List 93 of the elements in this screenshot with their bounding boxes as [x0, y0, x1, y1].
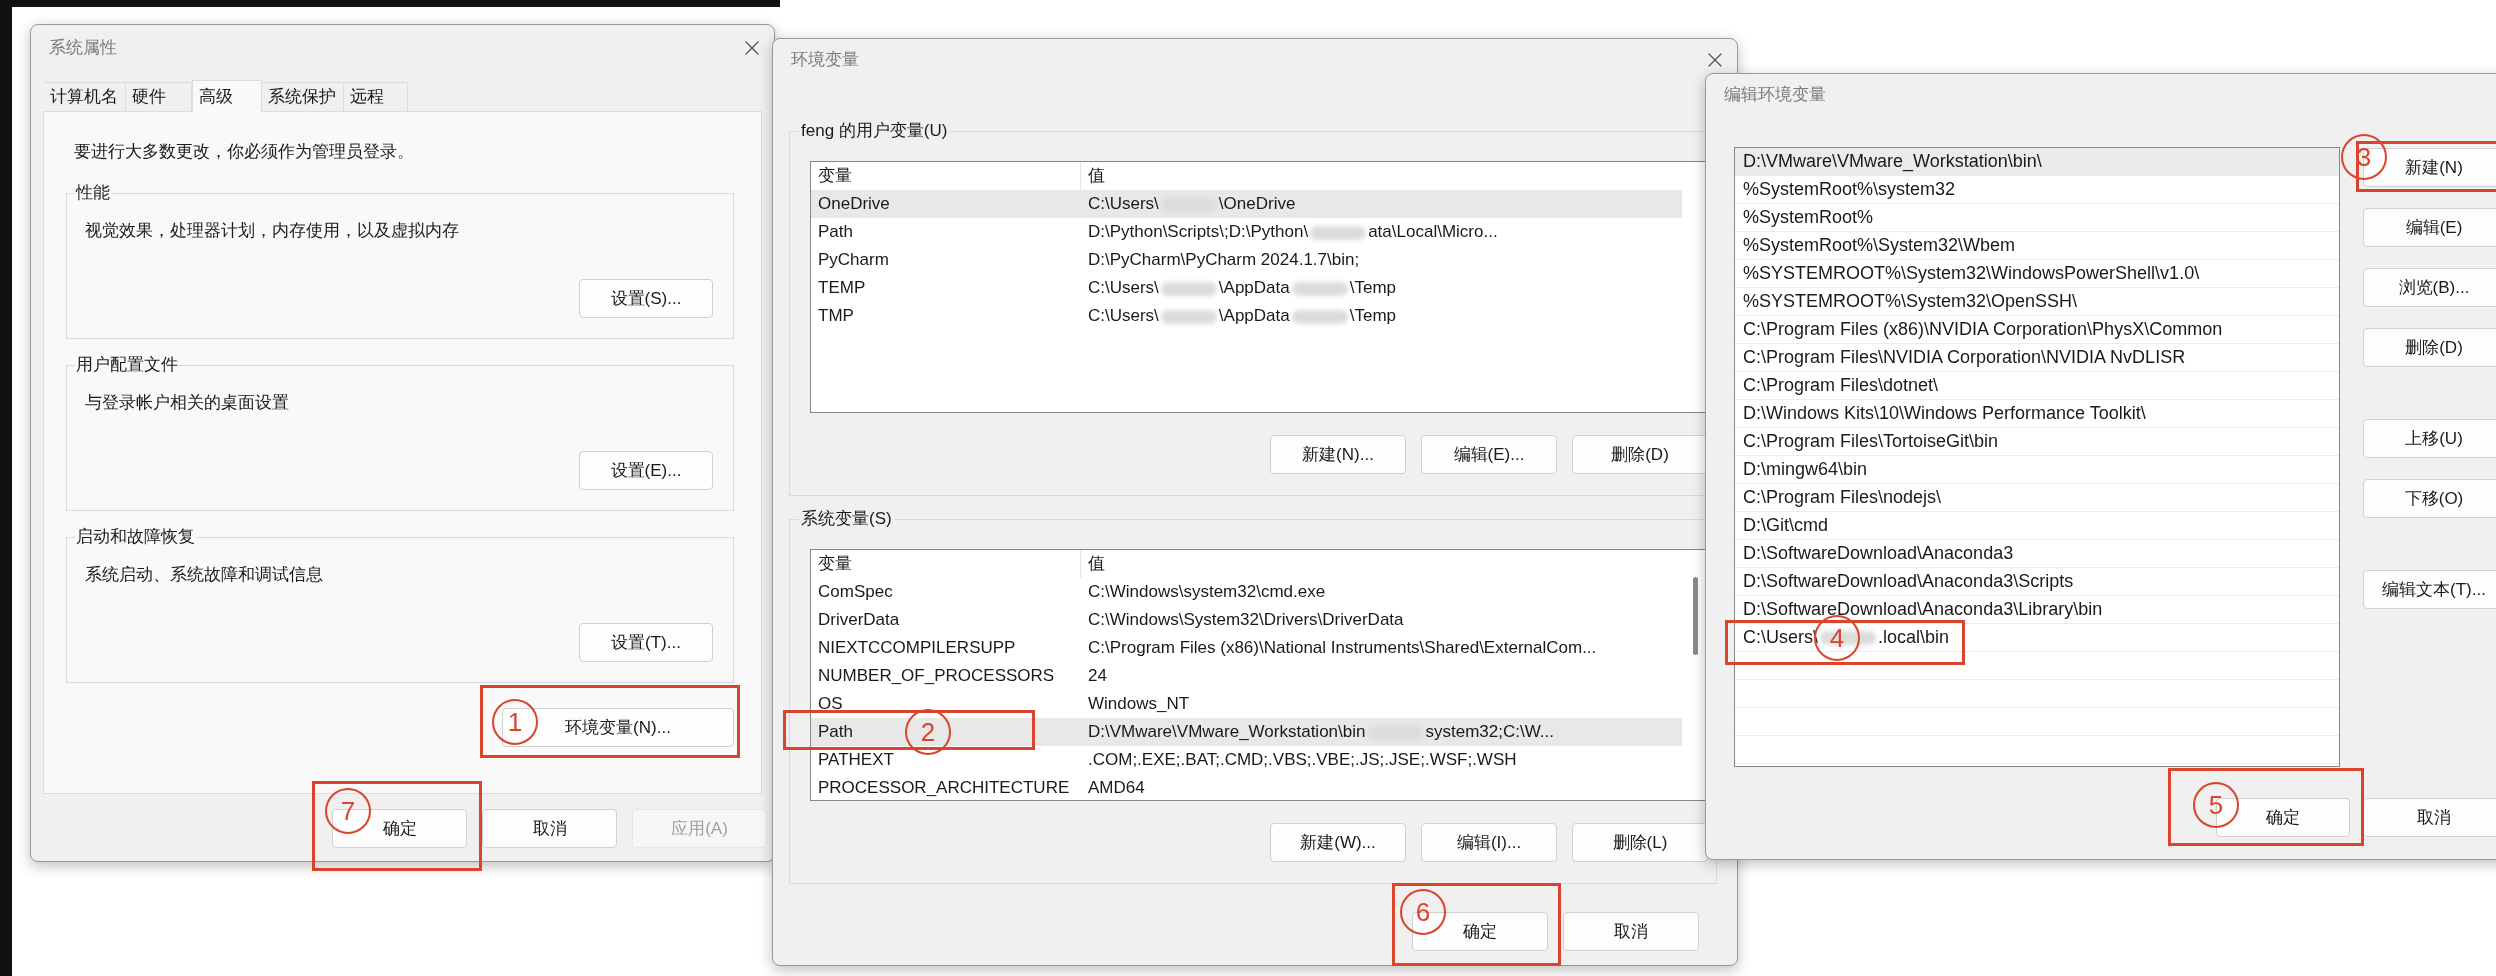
group-description: 系统启动、系统故障和调试信息 [85, 564, 324, 586]
step-number: 2 [905, 709, 951, 755]
table-cell-text: D:\PyCharm\PyCharm 2024.1.7\bin; [1087, 249, 1360, 272]
dialog-button[interactable]: 设置(S)... [579, 279, 713, 318]
list-item[interactable]: C:\Program Files\nodejs\ [1735, 484, 2339, 512]
list-item[interactable]: D:\SoftwareDownload\Anaconda3\Scripts [1735, 568, 2339, 596]
dialog-button[interactable]: 删除(D) [1572, 435, 1708, 474]
table-cell-text: C:\Users\ \AppData \Temp [1087, 305, 1397, 328]
column-header[interactable]: 变量 [811, 550, 1081, 578]
table-row[interactable]: TEMP C:\Users\ \AppData \Temp [811, 274, 1682, 302]
window-title: 系统属性 [49, 36, 117, 59]
step-number: 6 [1400, 889, 1446, 935]
dialog-button[interactable]: 新建(W)... [1270, 823, 1406, 862]
table-cell: TEMP [818, 278, 866, 298]
list-item[interactable]: %SystemRoot%\system32 [1735, 176, 2339, 204]
table-cell: OneDrive [818, 194, 890, 214]
table-cell-text: D:\VMware\VMware_Workstation\bin system32;C:\W... [1087, 721, 1554, 744]
dialog-button[interactable]: 编辑(E) [2363, 208, 2496, 247]
table-row[interactable]: DriverData C:\Windows\System32\Drivers\DriverData [811, 606, 1682, 634]
column-header[interactable]: 值 [1081, 550, 1682, 578]
admin-notice: 要进行大多数更改，你必须作为管理员登录。 [73, 141, 415, 163]
table-cell: PyCharm [818, 250, 889, 270]
step-number: 5 [2193, 782, 2239, 828]
list-item[interactable]: D:\SoftwareDownload\Anaconda3 [1735, 540, 2339, 568]
table-cell: Path [818, 222, 853, 242]
table-cell: OS [818, 694, 843, 714]
list-item[interactable]: %SystemRoot% [1735, 204, 2339, 232]
tab[interactable]: 系统保护 [262, 82, 344, 111]
scrollbar-thumb[interactable] [1693, 577, 1698, 655]
window-title: 编辑环境变量 [1724, 84, 1826, 107]
list-item[interactable]: D:\SoftwareDownload\Anaconda3\Library\bin [1735, 596, 2339, 624]
group-description: 与登录帐户相关的桌面设置 [85, 392, 290, 414]
table-cell-text: 24 [1087, 665, 1107, 688]
column-header[interactable]: 值 [1081, 162, 1682, 190]
group-description: 视觉效果，处理器计划，内存使用，以及虚拟内存 [85, 220, 460, 242]
table-row[interactable]: PyCharm D:\PyCharm\PyCharm 2024.1.7\bin; [811, 246, 1682, 274]
dialog-button[interactable]: 取消 [2363, 798, 2496, 837]
dialog-button[interactable]: 删除(D) [2363, 328, 2496, 367]
dialog-button[interactable]: 设置(T)... [579, 623, 713, 662]
tab[interactable]: 高级 [192, 80, 262, 112]
table-row[interactable]: ComSpec C:\Windows\system32\cmd.exe [811, 578, 1682, 606]
dialog-button[interactable]: 新建(N)... [1270, 435, 1406, 474]
dialog-button[interactable]: 设置(E)... [579, 451, 713, 490]
list-item[interactable]: D:\Git\cmd [1735, 512, 2339, 540]
table-cell: ComSpec [818, 582, 893, 602]
table-cell: NIEXTCCOMPILERSUPP [818, 638, 1016, 658]
dialog-button[interactable]: 上移(U) [2363, 419, 2496, 458]
table-cell-text: C:\Program Files (x86)\National Instruments\Shared\ExternalCom... [1087, 637, 1597, 660]
table-cell-text: AMD64 [1087, 777, 1145, 800]
table-row[interactable]: Path D:\Python\Scripts\;D:\Python\ ata\Local\Micro... [811, 218, 1682, 246]
window-title: 环境变量 [791, 49, 859, 72]
dialog-button[interactable]: 取消 [482, 809, 617, 848]
list-item[interactable]: %SYSTEMROOT%\System32\OpenSSH\ [1735, 288, 2339, 316]
dialog-button[interactable]: 编辑(E)... [1421, 435, 1557, 474]
table-cell: DriverData [818, 610, 900, 630]
table-row[interactable]: OneDrive C:\Users\ \OneDrive [811, 190, 1682, 218]
step-number: 3 [2341, 134, 2387, 180]
dialog-button[interactable]: 浏览(B)... [2363, 268, 2496, 307]
table-cell: NUMBER_OF_PROCESSORS [818, 666, 1055, 686]
dialog-button[interactable]: 编辑文本(T)... [2363, 570, 2496, 609]
table-cell-text: D:\Python\Scripts\;D:\Python\ ata\Local\Micro... [1087, 221, 1498, 244]
list-item[interactable]: C:\Program Files\dotnet\ [1735, 372, 2339, 400]
table-cell-text: C:\Windows\System32\Drivers\DriverData [1087, 609, 1404, 632]
table-cell-text: .COM;.EXE;.BAT;.CMD;.VBS;.VBE;.JS;.JSE;.WSF;.WSH [1087, 749, 1517, 772]
list-item[interactable]: D:\Windows Kits\10\Windows Performance Toolkit\ [1735, 400, 2339, 428]
list-item[interactable]: C:\Program Files (x86)\NVIDIA Corporation\PhysX\Common [1735, 316, 2339, 344]
step-number: 1 [492, 699, 538, 745]
list-item[interactable]: C:\Program Files\TortoiseGit\bin [1735, 428, 2339, 456]
table-cell: TMP [818, 306, 854, 326]
dialog-button[interactable]: 删除(L) [1572, 823, 1708, 862]
list-item[interactable]: C:\Program Files\NVIDIA Corporation\NVIDIA NvDLISR [1735, 344, 2339, 372]
list-item[interactable]: D:\mingw64\bin [1735, 456, 2339, 484]
step-number: 7 [325, 788, 371, 834]
tab[interactable]: 远程 [344, 82, 408, 111]
dialog-button[interactable]: 编辑(I)... [1421, 823, 1557, 862]
table-cell-text: Windows_NT [1087, 693, 1190, 716]
list-item[interactable]: D:\VMware\VMware_Workstation\bin\ [1735, 148, 2339, 176]
table-cell: Path [818, 722, 853, 742]
list-item[interactable]: %SystemRoot%\System32\Wbem [1735, 232, 2339, 260]
table-cell-text: C:\Windows\system32\cmd.exe [1087, 581, 1326, 604]
table-cell: PROCESSOR_ARCHITECTURE [818, 778, 1070, 798]
table-row[interactable]: PROCESSOR_ARCHITECTURE AMD64 [811, 774, 1682, 800]
table-cell-text: C:\Users\ \OneDrive [1087, 193, 1296, 216]
dialog-button[interactable]: 下移(O) [2363, 479, 2496, 518]
table-row[interactable]: TMP C:\Users\ \AppData \Temp [811, 302, 1682, 330]
tab[interactable]: 计算机名 [44, 82, 126, 111]
tab[interactable]: 硬件 [126, 82, 192, 111]
list-item[interactable]: %SYSTEMROOT%\System32\WindowsPowerShell\v1.0\ [1735, 260, 2339, 288]
table-cell: PATHEXT [818, 750, 894, 770]
table-row[interactable]: NUMBER_OF_PROCESSORS 24 [811, 662, 1682, 690]
table-cell-text: C:\Users\ \AppData \Temp [1087, 277, 1397, 300]
dialog-button[interactable]: 取消 [1563, 912, 1699, 951]
table-row[interactable]: NIEXTCCOMPILERSUPP C:\Program Files (x86)\National Instruments\Shared\ExternalCom... [811, 634, 1682, 662]
